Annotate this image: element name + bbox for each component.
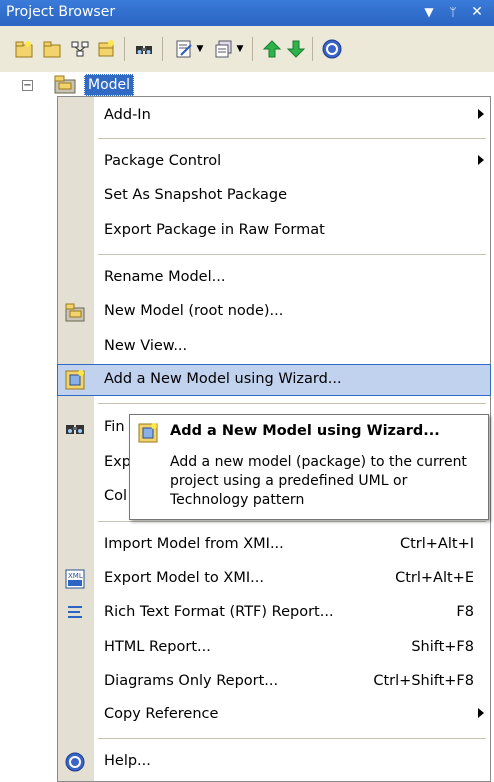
dropdown-icon[interactable]: ▼ (194, 37, 206, 61)
menu-item-new-model[interactable]: New Model (root node)... (58, 297, 490, 327)
new-diagram-icon[interactable] (68, 37, 92, 61)
menu-item-shortcut: Ctrl+Alt+I (399, 536, 474, 552)
menu-item-shortcut: Ctrl+Alt+E (395, 570, 474, 586)
menu-tooltip: Add a New Model using Wizard... Add a ne… (129, 414, 489, 520)
model-package-icon (52, 73, 78, 95)
menu-item-shortcut: Ctrl+Shift+F8 (373, 673, 474, 689)
menu-item-label: Export Model to XMI... (104, 570, 264, 586)
tree-node-model[interactable]: Model (84, 74, 135, 96)
new-package-icon[interactable] (12, 37, 36, 61)
wizard-icon (137, 422, 159, 444)
menu-item-label: Import Model from XMI... (104, 536, 284, 552)
menu-item-package-control[interactable]: Package Control (58, 147, 490, 177)
tooltip-title: Add a New Model using Wizard... (170, 423, 440, 439)
menu-item-label: Set As Snapshot Package (104, 187, 287, 203)
tree-expander[interactable]: − (22, 80, 33, 91)
help-icon (64, 751, 86, 773)
menu-item-shortcut: F8 (456, 604, 474, 620)
close-icon[interactable]: ✕ (468, 3, 486, 21)
svg-text:XML: XML (68, 572, 83, 580)
menu-item-export-raw[interactable]: Export Package in Raw Format (58, 216, 490, 246)
properties-icon[interactable] (172, 37, 196, 61)
menu-item-label: Copy Reference (104, 706, 219, 722)
menu-item-label: Add a New Model using Wizard... (104, 371, 342, 387)
window-title: Project Browser (6, 4, 116, 20)
menu-item-label: Fin (104, 419, 125, 435)
menu-item-export-xmi[interactable]: XML Export Model to XMI... Ctrl+Alt+E (58, 564, 490, 594)
menu-item-rtf-report[interactable]: Rich Text Format (RTF) Report... F8 (58, 598, 490, 628)
help-icon[interactable] (320, 37, 344, 61)
submenu-arrow-icon (478, 708, 484, 718)
menu-item-rename-model[interactable]: Rename Model... (58, 263, 490, 293)
toolbar: ▼ ▼ (0, 26, 494, 73)
rtf-report-icon (64, 602, 86, 624)
menu-item-add-model-wizard[interactable]: Add a New Model using Wizard... (57, 364, 491, 396)
new-view-icon[interactable] (40, 37, 64, 61)
menu-item-label: Export Package in Raw Format (104, 222, 325, 238)
project-browser-titlebar: Project Browser ▼ ᛘ ✕ (0, 0, 494, 26)
menu-item-shortcut: Shift+F8 (411, 639, 474, 655)
wizard-icon (64, 369, 86, 391)
menu-item-label: HTML Report... (104, 639, 211, 655)
menu-item-add-in[interactable]: Add-In (58, 101, 490, 131)
menu-item-set-snapshot[interactable]: Set As Snapshot Package (58, 181, 490, 211)
new-model-icon (64, 301, 86, 323)
find-icon (64, 417, 86, 439)
tooltip-body: Add a new model (package) to the current… (170, 454, 467, 508)
menu-item-label: Exp (104, 454, 131, 470)
dropdown-icon[interactable]: ▼ (420, 3, 438, 21)
menu-item-label: Diagrams Only Report... (104, 673, 279, 689)
document-icon[interactable] (212, 37, 236, 61)
menu-item-label: Add-In (104, 107, 151, 123)
menu-item-label: Rich Text Format (RTF) Report... (104, 604, 334, 620)
submenu-arrow-icon (478, 155, 484, 165)
menu-item-import-xmi[interactable]: Import Model from XMI... Ctrl+Alt+I (58, 530, 490, 560)
menu-item-help[interactable]: Help... (58, 747, 490, 777)
find-icon[interactable] (132, 37, 156, 61)
dropdown-icon[interactable]: ▼ (234, 37, 246, 61)
new-element-icon[interactable] (94, 37, 118, 61)
move-up-icon[interactable] (260, 37, 284, 61)
move-down-icon[interactable] (284, 37, 308, 61)
menu-item-diagrams-report[interactable]: Diagrams Only Report... Ctrl+Shift+F8 (58, 667, 490, 697)
submenu-arrow-icon (478, 109, 484, 119)
menu-item-copy-reference[interactable]: Copy Reference (58, 700, 490, 730)
menu-item-html-report[interactable]: HTML Report... Shift+F8 (58, 633, 490, 663)
xmi-export-icon: XML (64, 568, 86, 590)
menu-item-label: New View... (104, 338, 188, 354)
menu-item-label: Rename Model... (104, 269, 226, 285)
menu-item-label: Col (104, 488, 128, 504)
menu-item-label: Help... (104, 753, 151, 769)
menu-item-label: Package Control (104, 153, 222, 169)
menu-item-label: New Model (root node)... (104, 303, 284, 319)
pin-icon[interactable]: ᛘ (444, 3, 462, 21)
menu-item-new-view[interactable]: New View... (58, 332, 490, 362)
